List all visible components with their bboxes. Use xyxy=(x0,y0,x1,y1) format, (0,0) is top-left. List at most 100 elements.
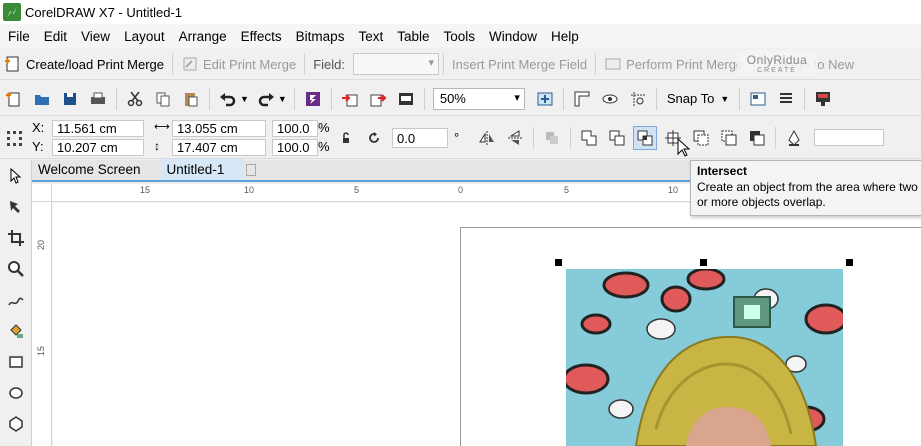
selection-handle-top-right[interactable] xyxy=(846,259,853,266)
position-fields: X: 11.561 cm Y: 10.207 cm xyxy=(32,119,144,156)
pick-tool-button[interactable] xyxy=(4,164,28,188)
show-rulers-button[interactable] xyxy=(570,87,594,111)
tab-untitled-1[interactable]: Untitled-1 xyxy=(160,159,245,180)
back-minus-front-button[interactable] xyxy=(717,126,741,150)
intersect-icon xyxy=(637,130,653,145)
intersect-button[interactable] xyxy=(633,125,658,150)
field-dropdown[interactable] xyxy=(353,53,440,75)
lock-ratio-button[interactable] xyxy=(334,126,358,150)
weld-button[interactable] xyxy=(577,126,601,150)
welcome-screen-button[interactable] xyxy=(811,87,835,111)
search-content-button[interactable] xyxy=(301,87,325,111)
combine-icon xyxy=(546,131,559,144)
separator xyxy=(209,87,210,110)
outline-pen-button[interactable] xyxy=(782,126,806,150)
property-bar: X: 11.561 cm Y: 10.207 cm ⟷ 13.055 cm ↕ … xyxy=(0,117,921,159)
cut-button[interactable] xyxy=(123,87,147,111)
application-launcher-button[interactable] xyxy=(774,87,798,111)
export-button[interactable] xyxy=(366,87,390,111)
scale-width-input[interactable]: 100.0 xyxy=(272,119,318,137)
separator xyxy=(570,126,572,149)
show-guidelines-button[interactable] xyxy=(626,87,650,111)
width-input[interactable]: 13.055 cm xyxy=(172,119,266,137)
menu-effects[interactable]: Effects xyxy=(237,29,292,44)
scale-fields: 100.0 % 100.0 % xyxy=(272,119,332,156)
menu-layout[interactable]: Layout xyxy=(120,29,175,44)
front-minus-back-button[interactable] xyxy=(689,126,713,150)
menu-help[interactable]: Help xyxy=(547,29,589,44)
combine-button[interactable] xyxy=(540,126,564,150)
redo-dropdown-icon[interactable]: ▼ xyxy=(278,94,287,104)
import-button[interactable] xyxy=(338,87,362,111)
edit-print-merge-button[interactable]: Edit Print Merge xyxy=(177,51,300,77)
snap-to-dropdown[interactable]: Snap To ▼ xyxy=(661,91,735,106)
polygon-tool-button[interactable] xyxy=(4,412,28,436)
vertical-ruler[interactable]: 20 15 xyxy=(32,202,52,446)
crop-tool-button[interactable] xyxy=(4,226,28,250)
x-position-input[interactable]: 11.561 cm xyxy=(52,119,144,137)
menu-view[interactable]: View xyxy=(77,29,120,44)
separator xyxy=(775,126,777,149)
menu-arrange[interactable]: Arrange xyxy=(175,29,237,44)
show-grid-button[interactable] xyxy=(598,87,622,111)
freehand-tool-button[interactable] xyxy=(4,288,28,312)
separator xyxy=(655,87,657,110)
object-origin-button[interactable] xyxy=(2,126,26,150)
shape-tool-button[interactable] xyxy=(4,195,28,219)
trim-button[interactable] xyxy=(605,126,629,150)
import-icon xyxy=(341,93,358,106)
separator xyxy=(116,87,117,110)
menu-edit[interactable]: Edit xyxy=(40,29,77,44)
save-button[interactable] xyxy=(58,87,82,111)
scale-height-input[interactable]: 100.0 xyxy=(272,138,318,156)
menu-bitmaps[interactable]: Bitmaps xyxy=(292,29,355,44)
rectangle-tool-button[interactable] xyxy=(4,350,28,374)
paste-button[interactable] xyxy=(179,87,203,111)
printer-icon xyxy=(91,92,105,104)
copy-button[interactable] xyxy=(151,87,175,111)
rotation-angle-input[interactable]: 0.0 xyxy=(392,127,448,148)
options-button[interactable] xyxy=(746,87,770,111)
redo-button[interactable] xyxy=(254,87,278,111)
hruler-label: 15 xyxy=(140,185,151,195)
rotation-icon-button xyxy=(362,126,386,150)
export-icon xyxy=(370,93,387,106)
publish-pdf-button[interactable] xyxy=(394,87,418,111)
height-input[interactable]: 17.407 cm xyxy=(172,138,266,156)
print-button[interactable] xyxy=(86,87,110,111)
outline-width-input[interactable] xyxy=(814,129,885,146)
tab-welcome-screen[interactable]: Welcome Screen xyxy=(32,159,161,180)
origin-grid-icon xyxy=(7,130,22,146)
mirror-vertical-button[interactable] xyxy=(503,126,527,150)
selection-handle-top-left[interactable] xyxy=(555,259,562,266)
separator xyxy=(533,126,535,149)
full-screen-preview-button[interactable] xyxy=(533,87,557,111)
insert-merge-field-button[interactable]: Insert Print Merge Field xyxy=(448,51,591,77)
open-button[interactable] xyxy=(30,87,54,111)
menu-window[interactable]: Window xyxy=(485,29,547,44)
selection-handle-top-middle[interactable] xyxy=(700,259,707,266)
insert-merge-field-label: Insert Print Merge Field xyxy=(452,56,588,72)
zoom-level-dropdown[interactable]: 50% xyxy=(432,87,525,110)
bitmap-photo[interactable] xyxy=(566,269,843,446)
menu-file[interactable]: File xyxy=(4,29,40,44)
mirror-horizontal-button[interactable] xyxy=(475,126,499,150)
smart-fill-tool-button[interactable] xyxy=(4,319,28,343)
undo-button[interactable] xyxy=(216,87,240,111)
ruler-origin-corner[interactable] xyxy=(32,184,52,202)
menu-table[interactable]: Table xyxy=(393,29,439,44)
perform-print-merge-button[interactable]: Perform Print Merge xyxy=(600,51,747,77)
create-print-merge-button[interactable]: Create/load Print Merge xyxy=(0,51,168,77)
menu-text[interactable]: Text xyxy=(354,29,393,44)
zoom-tool-button[interactable] xyxy=(4,257,28,281)
width-icon: ⟷ xyxy=(154,120,170,133)
create-boundary-button[interactable] xyxy=(745,126,769,150)
ellipse-tool-button[interactable] xyxy=(4,381,28,405)
pick-arrow-icon xyxy=(10,167,22,184)
menu-tools[interactable]: Tools xyxy=(440,29,486,44)
y-position-input[interactable]: 10.207 cm xyxy=(52,138,144,156)
tab-close-icon[interactable] xyxy=(246,164,257,176)
undo-dropdown-icon[interactable]: ▼ xyxy=(240,94,249,104)
tooltip-description: Create an object from the area where two… xyxy=(697,180,918,209)
new-button[interactable] xyxy=(2,87,26,111)
